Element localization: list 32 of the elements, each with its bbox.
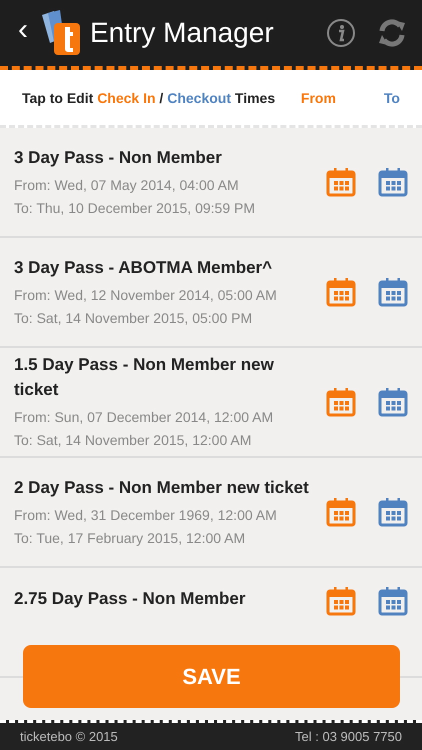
- calendar-icon: [378, 277, 408, 307]
- from-label: From: [300, 90, 336, 106]
- calendar-icon: [378, 586, 408, 616]
- entry-title: 2.75 Day Pass - Non Member: [14, 588, 246, 610]
- from-date: From: Wed, 31 December 1969, 12:00 AM: [14, 506, 278, 524]
- screen-title: Entry Manager: [90, 17, 275, 49]
- calendar-icon: [326, 277, 356, 307]
- copyright-text: ticketebo © 2015: [20, 729, 118, 744]
- calendar-icon: [378, 167, 408, 197]
- phone-number: Tel : 03 9005 7750: [295, 729, 402, 744]
- entry-title: 3 Day Pass - Non Member: [14, 146, 223, 168]
- refresh-icon[interactable]: [376, 17, 408, 49]
- instruction-text: Tap to Edit Check In / Checkout Times: [22, 90, 276, 106]
- from-date: From: Wed, 07 May 2014, 04:00 AM: [14, 176, 240, 195]
- from-date: From: Sun, 07 December 2014, 12:00 AM: [14, 408, 274, 427]
- to-date: To: Thu, 10 December 2015, 09:59 PM: [14, 198, 256, 218]
- calendar-icon: [378, 497, 408, 527]
- entry-title: 3 Day Pass - ABOTMA Member^: [14, 256, 274, 278]
- back-button[interactable]: ‹: [18, 13, 32, 53]
- calendar-icon: [326, 167, 356, 197]
- calendar-icon: [326, 586, 356, 616]
- calendar-icon: [326, 497, 356, 527]
- to-date: To: Tue, 17 February 2015, 12:00 AM: [14, 528, 246, 548]
- info-icon[interactable]: [326, 18, 356, 48]
- from-date: From: Wed, 12 November 2014, 05:00 AM: [14, 286, 278, 304]
- to-label: To: [384, 90, 400, 106]
- entry-title: 2 Day Pass - Non Member new ticket: [14, 476, 310, 498]
- to-date: To: Sat, 14 November 2015, 05:00 PM: [14, 308, 254, 328]
- entry-title: 1.5 Day Pass - Non Member new ticket: [14, 354, 275, 401]
- calendar-icon: [326, 387, 356, 417]
- to-date: To: Sat, 14 November 2015, 12:00 AM: [14, 431, 252, 450]
- calendar-icon: [378, 387, 408, 417]
